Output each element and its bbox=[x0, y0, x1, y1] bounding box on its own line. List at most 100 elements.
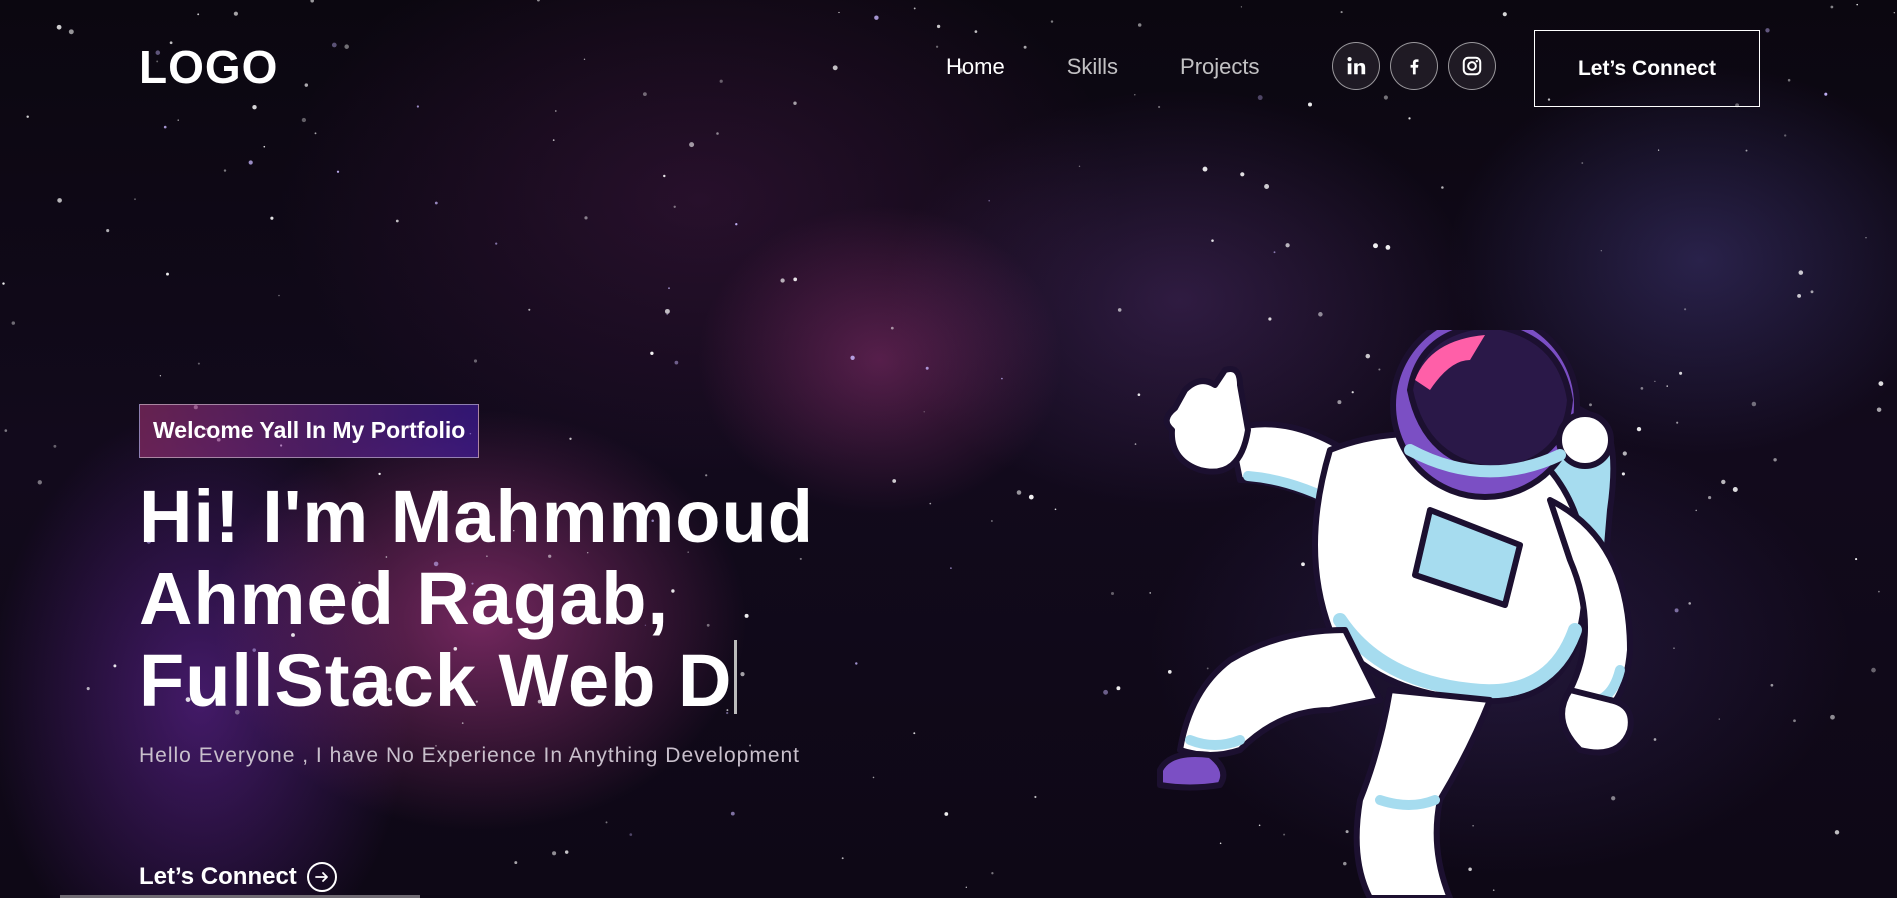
star bbox=[689, 142, 695, 148]
star bbox=[248, 160, 253, 165]
star bbox=[11, 321, 16, 325]
star bbox=[1798, 270, 1804, 275]
star bbox=[134, 198, 136, 201]
star bbox=[1240, 172, 1245, 177]
star bbox=[495, 242, 498, 245]
star bbox=[159, 375, 162, 377]
hero-tagline: Welcome Yall In My Portfolio bbox=[139, 404, 480, 458]
star bbox=[1117, 308, 1122, 312]
star bbox=[793, 277, 798, 282]
star bbox=[1318, 312, 1323, 317]
star bbox=[1211, 239, 1214, 242]
social-icons bbox=[1332, 42, 1496, 90]
star bbox=[1385, 245, 1391, 250]
star bbox=[1202, 166, 1208, 172]
typing-cursor bbox=[734, 640, 738, 714]
star bbox=[1855, 558, 1858, 561]
hero-connect-link[interactable]: Let’s Connect bbox=[139, 862, 337, 892]
star bbox=[86, 687, 90, 691]
star bbox=[1581, 162, 1584, 164]
star bbox=[1001, 377, 1003, 380]
star bbox=[1773, 458, 1777, 462]
star bbox=[1078, 165, 1081, 168]
star bbox=[666, 313, 668, 316]
star bbox=[1830, 714, 1835, 720]
star bbox=[1600, 250, 1602, 252]
lets-connect-button[interactable]: Let’s Connect bbox=[1534, 30, 1760, 107]
star bbox=[1745, 149, 1748, 152]
star bbox=[336, 170, 340, 173]
star bbox=[395, 219, 399, 223]
star bbox=[263, 145, 266, 148]
star bbox=[57, 198, 62, 203]
instagram-icon[interactable] bbox=[1448, 42, 1496, 90]
star bbox=[584, 216, 588, 220]
star bbox=[988, 199, 990, 202]
linkedin-icon[interactable] bbox=[1332, 42, 1380, 90]
star bbox=[2, 282, 5, 285]
facebook-icon[interactable] bbox=[1390, 42, 1438, 90]
star bbox=[730, 811, 735, 816]
arrow-right-circle-icon bbox=[306, 862, 337, 892]
star bbox=[650, 351, 654, 355]
logo[interactable]: LOGO bbox=[139, 40, 278, 94]
star bbox=[735, 223, 738, 226]
star bbox=[113, 664, 117, 668]
star bbox=[1285, 243, 1290, 248]
star bbox=[197, 362, 200, 365]
star bbox=[1793, 719, 1796, 723]
star bbox=[1770, 683, 1774, 687]
star bbox=[1268, 317, 1272, 321]
nav-home[interactable]: Home bbox=[946, 52, 1005, 82]
star bbox=[1034, 795, 1037, 799]
star bbox=[528, 308, 531, 311]
star bbox=[1871, 667, 1876, 673]
star bbox=[841, 857, 844, 860]
star bbox=[780, 278, 785, 283]
star bbox=[106, 229, 110, 233]
star bbox=[1110, 591, 1115, 596]
star bbox=[1865, 236, 1867, 239]
hero-subtitle: Hello Everyone , I have No Experience In… bbox=[139, 744, 801, 767]
star bbox=[872, 776, 875, 779]
star bbox=[1441, 186, 1444, 189]
star bbox=[605, 821, 608, 824]
star bbox=[223, 169, 227, 172]
astronaut-illustration bbox=[1157, 330, 1634, 898]
star bbox=[1373, 243, 1378, 249]
star bbox=[1054, 508, 1057, 511]
hero-heading-text: Hi! I'm Mahmmoud Ahmed Ragab, FullStack … bbox=[139, 475, 814, 722]
star bbox=[850, 355, 855, 360]
star bbox=[53, 444, 57, 448]
hero-section: Welcome Yall In My Portfolio Hi! I'm Mah… bbox=[139, 404, 1039, 768]
star bbox=[278, 294, 280, 297]
star bbox=[944, 812, 949, 816]
star bbox=[473, 359, 478, 363]
star bbox=[1103, 689, 1109, 695]
star bbox=[1876, 407, 1882, 412]
star bbox=[965, 886, 967, 888]
star bbox=[1810, 290, 1814, 294]
star bbox=[1834, 830, 1840, 835]
nav-projects[interactable]: Projects bbox=[1180, 52, 1259, 82]
star bbox=[668, 287, 670, 290]
star bbox=[564, 850, 569, 854]
star bbox=[4, 429, 8, 432]
star bbox=[1116, 686, 1121, 691]
star bbox=[1878, 381, 1884, 387]
star bbox=[166, 272, 169, 276]
star bbox=[37, 480, 42, 485]
star bbox=[673, 205, 676, 208]
star bbox=[991, 872, 994, 875]
star bbox=[1273, 251, 1276, 254]
star bbox=[552, 851, 557, 856]
star bbox=[663, 174, 666, 178]
nav-links: Home Skills Projects bbox=[946, 52, 1322, 82]
navbar: LOGO Home Skills Projects Let’s Connect bbox=[0, 0, 1897, 140]
star bbox=[674, 360, 679, 365]
star bbox=[1732, 487, 1738, 492]
star bbox=[1684, 308, 1687, 311]
star bbox=[434, 201, 438, 205]
nav-skills[interactable]: Skills bbox=[1067, 52, 1118, 82]
star bbox=[1797, 293, 1802, 298]
